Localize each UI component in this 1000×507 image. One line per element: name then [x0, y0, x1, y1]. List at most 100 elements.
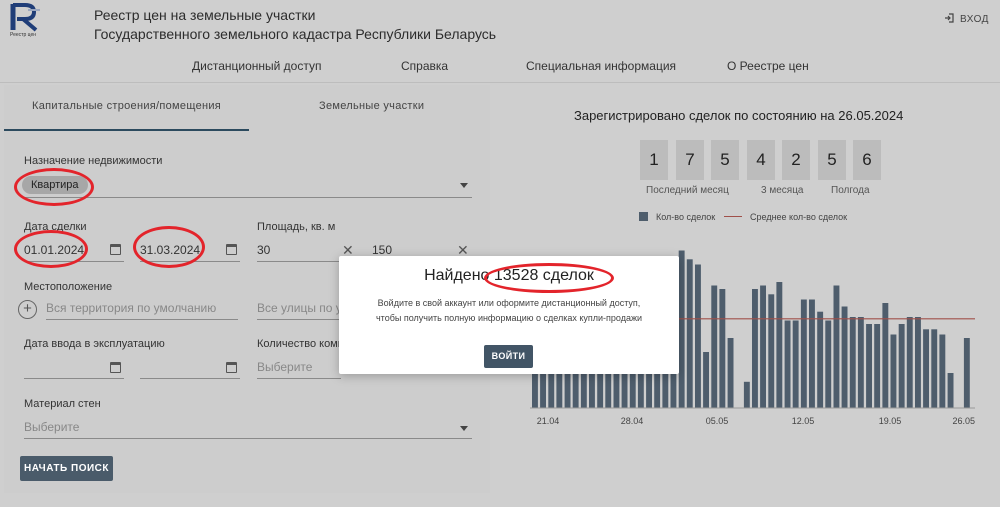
commission-date-label: Дата ввода в эксплуатацию: [24, 338, 165, 350]
counter-digit: 1: [640, 140, 668, 180]
tab-land-plots[interactable]: Земельные участки: [319, 100, 424, 112]
login-label: ВХОД: [960, 14, 989, 25]
territory-field[interactable]: Вся территория по умолчанию: [46, 298, 238, 320]
chart-bar: [768, 294, 775, 409]
modal-login-button[interactable]: ВОЙТИ: [484, 345, 533, 368]
chart-bar: [874, 324, 881, 408]
commission-from-field[interactable]: [24, 357, 124, 379]
highlight-mark: [484, 263, 614, 293]
rooms-label: Количество комна: [257, 338, 350, 350]
chart-bar: [939, 334, 946, 408]
tab-buildings[interactable]: Капитальные строения/помещения: [32, 100, 221, 112]
counter-digit: 7: [676, 140, 704, 180]
chart-bar: [825, 320, 832, 408]
site-title: Реестр цен на земельные участки Государс…: [94, 6, 496, 44]
logo[interactable]: Реестр цен: [10, 2, 44, 38]
legend-bar-swatch: [639, 212, 648, 221]
nav-remote-access[interactable]: Дистанционный доступ: [192, 59, 321, 73]
chart-bar: [686, 259, 693, 409]
chart-bar: [849, 317, 856, 408]
logo-caption: Реестр цен: [10, 32, 36, 38]
calendar-icon[interactable]: [110, 244, 121, 255]
territory-placeholder: Вся территория по умолчанию: [46, 301, 217, 315]
chart-bar: [809, 299, 815, 408]
period-last-month[interactable]: Последний месяц: [646, 185, 729, 196]
chart-bar: [898, 324, 905, 408]
nav-help[interactable]: Справка: [401, 59, 448, 73]
calendar-icon[interactable]: [226, 244, 237, 255]
login-icon: [945, 13, 954, 23]
active-tab-indicator: [4, 129, 249, 131]
nav-special-info[interactable]: Специальная информация: [526, 59, 676, 73]
start-search-button[interactable]: НАЧАТЬ ПОИСК: [20, 456, 113, 481]
chart-bar: [727, 338, 734, 408]
walls-select[interactable]: Выберите: [24, 417, 472, 439]
legend-bar-label: Кол-во сделок: [656, 212, 716, 222]
calendar-icon[interactable]: [226, 362, 237, 373]
purpose-label: Назначение недвижимости: [24, 155, 163, 167]
chart-bar: [841, 306, 848, 408]
x-tick-label: 21.04: [537, 416, 560, 426]
counter-digit: 6: [853, 140, 881, 180]
chart-bar: [923, 329, 929, 409]
area-label: Площадь, кв. м: [257, 221, 336, 233]
chart-bar: [817, 311, 824, 408]
clear-icon[interactable]: ✕: [457, 243, 469, 257]
commission-to-field[interactable]: [140, 357, 240, 379]
walls-placeholder: Выберите: [24, 420, 80, 434]
chart-bar: [711, 285, 718, 408]
modal-text-line1: Войдите в свой аккаунт или оформите дист…: [377, 298, 641, 308]
site-title-line1: Реестр цен на земельные участки: [94, 7, 316, 23]
x-tick-label: 19.05: [879, 416, 902, 426]
chart-bar: [947, 373, 954, 408]
logo-icon: [10, 3, 40, 32]
chart-bar: [703, 352, 709, 408]
location-label: Местоположение: [24, 281, 113, 293]
period-half-year[interactable]: Полгода: [831, 185, 870, 196]
counter-digit: 5: [711, 140, 739, 180]
chart-bar: [857, 317, 864, 408]
streets-field[interactable]: Все улицы по ум: [257, 298, 341, 320]
chart-bar: [833, 285, 840, 408]
counter-digit: 4: [747, 140, 775, 180]
chart-bar: [906, 317, 913, 408]
streets-placeholder: Все улицы по ум: [257, 301, 341, 315]
chart-bar: [800, 299, 807, 408]
modal-text-line2: чтобы получить полную информацию о сделк…: [375, 313, 643, 323]
counter-digit: 2: [782, 140, 810, 180]
nav-about[interactable]: О Реестре цен: [727, 59, 809, 73]
login-link[interactable]: ВХОД: [944, 13, 989, 25]
login-modal: Найдено 13528 сделок Войдите в свой акка…: [339, 256, 679, 374]
chart-bar: [695, 264, 701, 408]
chart-bar: [743, 381, 750, 409]
legend-line-label: Среднее кол-во сделок: [750, 212, 848, 222]
chart-bar: [678, 250, 685, 408]
area-to-value: 150: [372, 243, 393, 257]
chart-bar: [963, 338, 970, 408]
legend-average[interactable]: Среднее кол-во сделок: [724, 212, 847, 222]
chart-bar: [931, 329, 938, 409]
calendar-icon[interactable]: [110, 362, 121, 373]
nav-divider: [0, 82, 1000, 83]
chevron-down-icon[interactable]: [460, 426, 468, 431]
chart-bar: [915, 317, 921, 408]
chart-bar: [866, 324, 872, 408]
rooms-select[interactable]: Выберите: [257, 357, 341, 379]
x-tick-label: 26.05: [952, 416, 975, 426]
counter-digit: 5: [818, 140, 846, 180]
clear-icon[interactable]: ✕: [342, 243, 354, 257]
chart-bar: [760, 285, 766, 408]
modal-text: Войдите в свой аккаунт или оформите дист…: [339, 296, 679, 326]
legend-bars[interactable]: Кол-во сделок: [639, 212, 715, 222]
x-tick-label: 12.05: [792, 416, 815, 426]
header: Реестр цен Реестр цен на земельные участ…: [0, 0, 1000, 48]
add-location-icon[interactable]: +: [18, 300, 37, 319]
chevron-down-icon[interactable]: [460, 183, 468, 188]
highlight-mark: [14, 230, 88, 268]
highlight-mark: [14, 168, 94, 206]
chart-bar: [784, 320, 791, 408]
chart-bar: [719, 289, 726, 408]
period-3-months[interactable]: 3 месяца: [761, 185, 803, 196]
chart-bar: [792, 320, 799, 408]
highlight-mark: [133, 226, 205, 268]
